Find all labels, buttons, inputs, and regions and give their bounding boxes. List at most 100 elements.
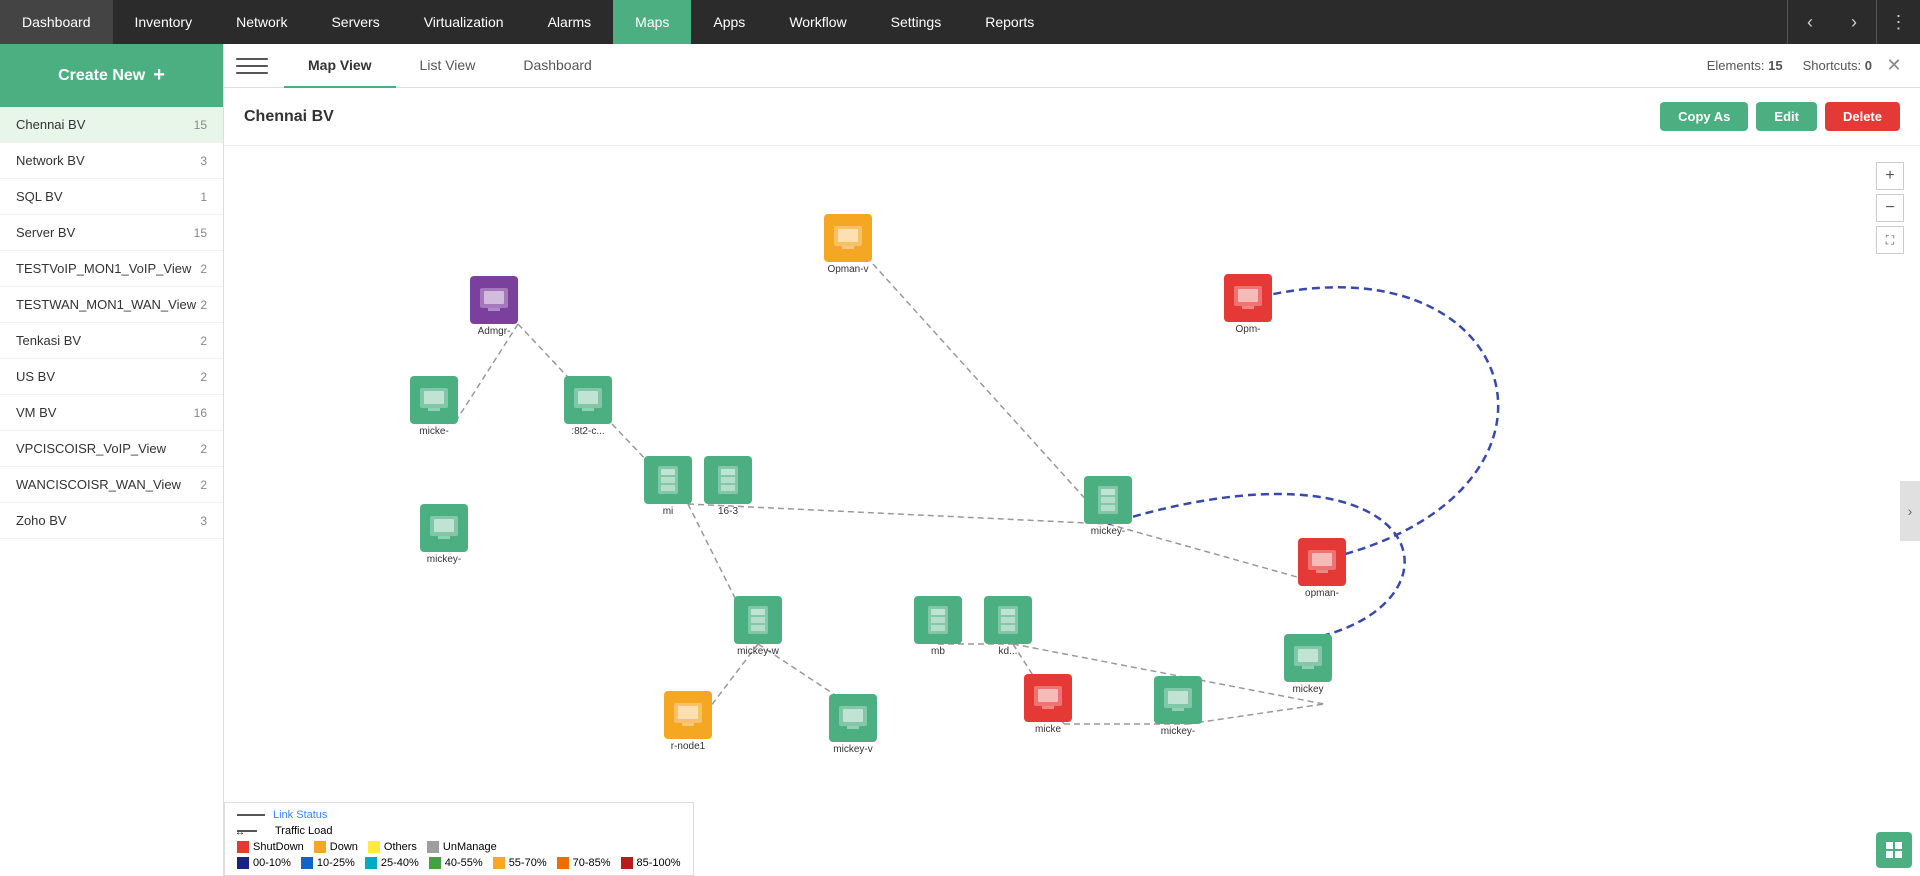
main-layout: Create New + Chennai BV15Network BV3SQL …	[0, 44, 1920, 876]
sidebar-item-6[interactable]: Tenkasi BV2	[0, 323, 223, 359]
tab-bar: Map View List View Dashboard Elements: 1…	[224, 44, 1920, 88]
create-new-label: Create New	[58, 67, 145, 85]
legend-range-label-5: 70-85%	[573, 857, 611, 869]
copy-as-button[interactable]: Copy As	[1660, 102, 1748, 131]
node-icon-mickey-l	[410, 376, 458, 424]
zoom-out-button[interactable]: −	[1876, 194, 1904, 222]
node-icon-mickey-w	[734, 596, 782, 644]
nav-next-arrow[interactable]: ›	[1832, 0, 1876, 44]
nav-alarms[interactable]: Alarms	[526, 0, 614, 44]
delete-button[interactable]: Delete	[1825, 102, 1900, 131]
right-expand-button[interactable]: ›	[1900, 481, 1920, 541]
legend-traffic-load-label: Traffic Load	[275, 825, 332, 837]
tab-dashboard[interactable]: Dashboard	[499, 44, 616, 88]
sidebar-item-name-0: Chennai BV	[16, 117, 85, 132]
node-opm-top[interactable]: Opm-	[1224, 274, 1272, 335]
sidebar-item-count-8: 16	[194, 406, 207, 420]
sidebar-item-0[interactable]: Chennai BV15	[0, 107, 223, 143]
node-opm-right[interactable]: opman-	[1298, 538, 1346, 599]
map-connections-svg	[224, 146, 1920, 876]
bottom-right-action-button[interactable]	[1876, 832, 1912, 868]
node-icon-8t2c	[564, 376, 612, 424]
sidebar-item-5[interactable]: TESTWAN_MON1_WAN_View2	[0, 287, 223, 323]
nav-network[interactable]: Network	[214, 0, 309, 44]
legend-range-3: 40-55%	[429, 857, 483, 869]
nav-dashboard[interactable]: Dashboard	[0, 0, 113, 44]
node-label-admgr: Admgr-	[478, 326, 511, 337]
nav-workflow[interactable]: Workflow	[767, 0, 868, 44]
legend-link-status-label: Link Status	[273, 809, 327, 821]
sidebar-item-2[interactable]: SQL BV1	[0, 179, 223, 215]
node-mickey-w[interactable]: mickey-w	[734, 596, 782, 657]
legend-range-label-0: 00-10%	[253, 857, 291, 869]
sidebar-item-8[interactable]: VM BV16	[0, 395, 223, 431]
sidebar-item-3[interactable]: Server BV15	[0, 215, 223, 251]
sidebar-item-name-5: TESTWAN_MON1_WAN_View	[16, 297, 196, 312]
sidebar-item-count-9: 2	[200, 442, 207, 456]
node-mickey-right[interactable]: mickey	[1284, 634, 1332, 695]
top-navigation: Dashboard Inventory Network Servers Virt…	[0, 0, 1920, 44]
nav-reports[interactable]: Reports	[963, 0, 1056, 44]
node-label-mickey-bot: mickey-	[1161, 726, 1195, 737]
nav-maps[interactable]: Maps	[613, 0, 691, 44]
tab-close-button[interactable]: ✕	[1880, 52, 1908, 80]
legend-status-row: ShutDown Down Others UnManage	[237, 841, 681, 853]
nav-arrows: ‹ ›	[1787, 0, 1876, 44]
node-mickey-bot[interactable]: mickey-	[1154, 676, 1202, 737]
edit-button[interactable]: Edit	[1756, 102, 1817, 131]
node-label-opm-right: opman-	[1305, 588, 1339, 599]
create-new-button[interactable]: Create New +	[0, 44, 223, 107]
node-label-mickey-w: mickey-w	[737, 646, 779, 657]
sidebar: Create New + Chennai BV15Network BV3SQL …	[0, 44, 224, 876]
sidebar-item-10[interactable]: WANCISCOISR_WAN_View2	[0, 467, 223, 503]
zoom-in-button[interactable]: +	[1876, 162, 1904, 190]
shortcuts-info: Shortcuts: 0	[1803, 58, 1872, 73]
nav-more-button[interactable]: ⋮	[1876, 0, 1920, 44]
sidebar-item-7[interactable]: US BV2	[0, 359, 223, 395]
map-actions: Copy As Edit Delete	[1660, 102, 1900, 131]
tab-map-view[interactable]: Map View	[284, 44, 396, 88]
legend-range-color-0	[237, 857, 249, 869]
node-r-node1[interactable]: r-node1	[664, 691, 712, 752]
legend-range-1: 10-25%	[301, 857, 355, 869]
node-kd[interactable]: kd...	[984, 596, 1032, 657]
node-mb[interactable]: mb	[914, 596, 962, 657]
node-opman-v[interactable]: Opman-v	[824, 214, 872, 275]
node-icon-mi1	[644, 456, 692, 504]
legend-range-label-4: 55-70%	[509, 857, 547, 869]
legend-shutdown-color	[237, 841, 249, 853]
sidebar-item-4[interactable]: TESTVoIP_MON1_VoIP_View2	[0, 251, 223, 287]
hamburger-line-3	[236, 72, 268, 74]
nav-inventory[interactable]: Inventory	[113, 0, 215, 44]
map-legend: Link Status ↔ Traffic Load ShutDown	[224, 802, 694, 876]
map-canvas[interactable]: Admgr- Opman-v Opm-	[224, 146, 1920, 876]
node-micke-red[interactable]: micke	[1024, 674, 1072, 735]
node-mickey2[interactable]: mickey-	[420, 504, 468, 565]
node-mickey-v[interactable]: mickey-v	[829, 694, 877, 755]
nav-prev-arrow[interactable]: ‹	[1788, 0, 1832, 44]
legend-range-color-1	[301, 857, 313, 869]
node-mi1[interactable]: mi	[644, 456, 692, 517]
nav-servers[interactable]: Servers	[309, 0, 401, 44]
node-icon-micke-red	[1024, 674, 1072, 722]
hamburger-menu[interactable]	[236, 50, 268, 82]
nav-virtualization[interactable]: Virtualization	[402, 0, 526, 44]
sidebar-item-9[interactable]: VPCISCOISR_VoIP_View2	[0, 431, 223, 467]
node-mickey-mid[interactable]: mickey-	[1084, 476, 1132, 537]
nav-apps[interactable]: Apps	[691, 0, 767, 44]
node-icon-mickey-v	[829, 694, 877, 742]
node-mickey-l[interactable]: micke-	[410, 376, 458, 437]
node-admgr[interactable]: Admgr-	[470, 276, 518, 337]
sidebar-item-1[interactable]: Network BV3	[0, 143, 223, 179]
legend-others-color	[368, 841, 380, 853]
node-label-mb: mb	[931, 646, 945, 657]
node-icon-admgr	[470, 276, 518, 324]
nav-settings[interactable]: Settings	[869, 0, 964, 44]
sidebar-item-11[interactable]: Zoho BV3	[0, 503, 223, 539]
fit-screen-button[interactable]: ⛶	[1876, 226, 1904, 254]
node-icon-16-3	[704, 456, 752, 504]
legend-range-color-6	[621, 857, 633, 869]
node-16-3[interactable]: 16-3	[704, 456, 752, 517]
node-8t2c[interactable]: :8t2-c...	[564, 376, 612, 437]
tab-list-view[interactable]: List View	[396, 44, 500, 88]
